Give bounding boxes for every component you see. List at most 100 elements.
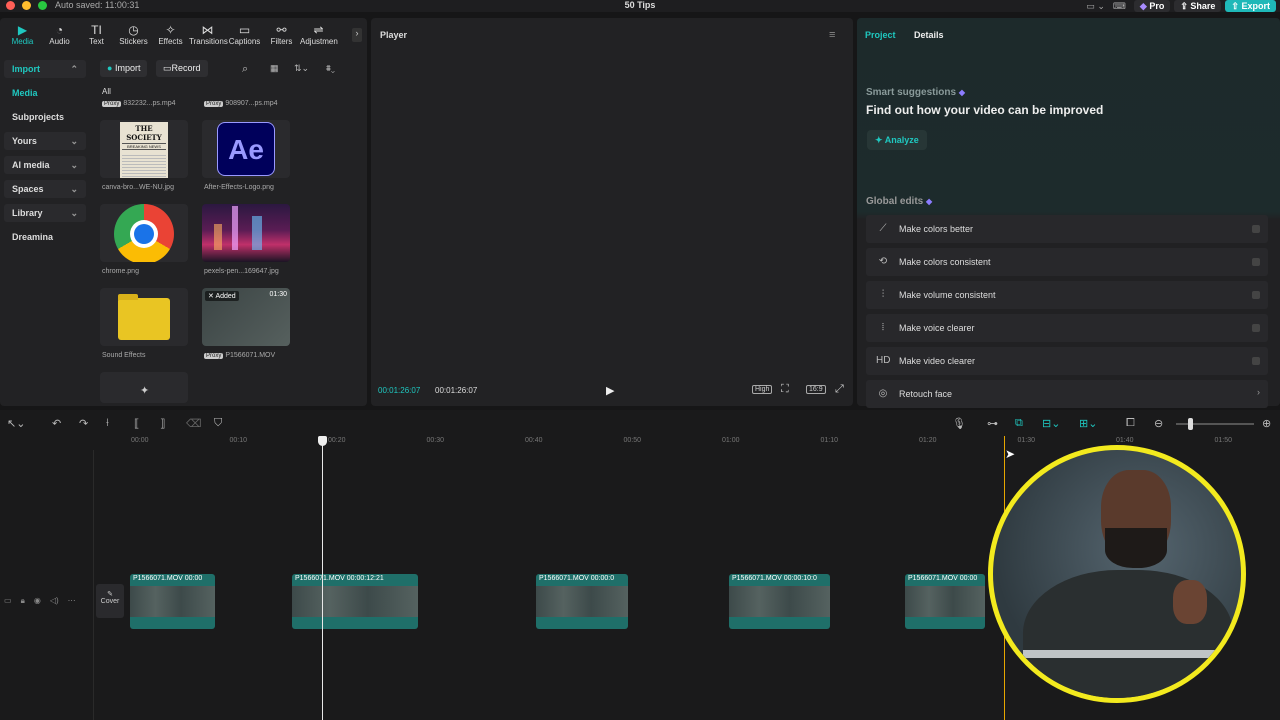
sidebar-item-media[interactable]: Media — [4, 84, 86, 102]
media-tile-city[interactable] — [202, 204, 290, 262]
trim-left-icon[interactable]: ⟦ — [134, 417, 139, 430]
media-tile-newspaper[interactable]: THE SOCIETY BREAKING NEWS — [100, 120, 188, 178]
preview-axis-icon[interactable]: ⊞⌄ — [1079, 417, 1097, 430]
media-tile-partial[interactable]: ✦ — [100, 372, 188, 403]
tab-project[interactable]: Project — [865, 30, 896, 40]
ratio-button[interactable]: 16:9 — [806, 385, 826, 394]
delete-icon[interactable]: ⌫ — [186, 417, 202, 430]
play-icon[interactable]: ▶ — [606, 384, 614, 397]
timeline-clip[interactable]: P1566071.MOV 00:00 — [130, 574, 215, 629]
import-button[interactable]: ● Import — [100, 60, 148, 77]
microphone-icon[interactable]: 🎙 — [952, 417, 966, 430]
global-edit-label: Make colors consistent — [899, 257, 991, 267]
smart-title-text: Smart suggestions — [866, 87, 957, 98]
media-tile-video[interactable]: ✕ Added 01:30 — [202, 288, 290, 346]
playhead[interactable] — [322, 436, 323, 720]
share-icon: ⇪ — [1180, 1, 1188, 11]
global-edit-row[interactable]: ◎ Retouch face › — [866, 380, 1268, 408]
media-tile-chrome[interactable] — [100, 204, 188, 262]
smart-heading: Find out how your video can be improved — [866, 103, 1104, 117]
split-icon[interactable]: ⟊ — [106, 417, 109, 430]
export-button[interactable]: ⇧ Export — [1225, 0, 1276, 12]
tab-effects[interactable]: ✧ Effects — [152, 20, 189, 52]
fit-screen-icon[interactable]: ⛶ — [781, 383, 789, 396]
tab-adjustmen[interactable]: ⇌ Adjustmen — [300, 20, 338, 52]
filter-icon[interactable]: ⩩⌄ — [326, 63, 335, 74]
top-file-1[interactable]: Proxy 832232...ps.mp4 — [102, 100, 176, 107]
tab-filters[interactable]: ⚯ Filters — [263, 20, 300, 52]
magnet-icon[interactable]: ⧉ — [1015, 417, 1023, 430]
share-button[interactable]: ⇪ Share — [1174, 0, 1222, 12]
cover-button[interactable]: ✎ Cover — [96, 584, 124, 618]
sidebar-item-import[interactable]: Import ⌃ — [4, 60, 86, 78]
toggle-checkbox[interactable] — [1252, 225, 1260, 233]
tabs-scroll-right-icon[interactable]: › — [352, 28, 362, 42]
playhead-handle[interactable] — [318, 436, 327, 446]
top-file-2[interactable]: Proxy 908907...ps.mp4 — [204, 100, 278, 107]
tab-details[interactable]: Details — [914, 30, 944, 40]
record-button[interactable]: ▭Record — [156, 60, 208, 77]
speaker-icon[interactable]: ◁) — [50, 596, 59, 606]
sidebar-item-spaces[interactable]: Spaces ⌄ — [4, 180, 86, 198]
layout-icon[interactable]: ▭ ⌄ — [1086, 1, 1105, 12]
select-tool-icon[interactable]: ↖⌄ — [7, 417, 25, 430]
track-collapse-icon[interactable]: ▭ — [4, 596, 12, 606]
global-edit-row[interactable]: ⦙ Make voice clearer — [866, 314, 1268, 342]
player-menu-icon[interactable]: ≡ — [829, 29, 835, 41]
analyze-button[interactable]: ✦ Analyze — [867, 130, 927, 150]
pencil-icon: ✎ — [107, 591, 113, 598]
more-icon[interactable]: ⋯ — [68, 596, 76, 606]
lock-icon[interactable]: 🔒︎ — [21, 596, 25, 606]
tab-media[interactable]: ▶ Media — [4, 20, 41, 52]
media-tile-ae-logo[interactable]: Ae — [202, 120, 290, 178]
proxy-tag: Proxy — [102, 101, 122, 107]
search-icon[interactable]: ⌕ — [242, 63, 248, 76]
zoom-slider-handle[interactable] — [1188, 418, 1193, 430]
sidebar-item-ai-media[interactable]: AI media ⌄ — [4, 156, 86, 174]
sidebar-item-yours[interactable]: Yours ⌄ — [4, 132, 86, 150]
trim-right-icon[interactable]: ⟧ — [160, 417, 165, 430]
timeline-clip[interactable]: P1566071.MOV 00:00:0 — [536, 574, 628, 629]
timeline-clip[interactable]: P1566071.MOV 00:00:10:0 — [729, 574, 830, 629]
auto-snap-icon[interactable]: ⊟⌄ — [1042, 417, 1060, 430]
toggle-checkbox[interactable] — [1252, 291, 1260, 299]
analyze-label: Analyze — [884, 135, 919, 145]
sort-icon[interactable]: ⇅⌄ — [294, 63, 309, 74]
global-edit-row[interactable]: ⟋ Make colors better — [866, 215, 1268, 243]
tab-captions[interactable]: ▭ Captions — [226, 20, 263, 52]
shield-icon[interactable]: ⛉ — [214, 417, 222, 430]
sidebar-item-dreamina[interactable]: Dreamina — [4, 228, 86, 246]
sidebar-item-subprojects[interactable]: Subprojects — [4, 108, 86, 126]
quality-button[interactable]: High — [752, 385, 773, 394]
toggle-checkbox[interactable] — [1252, 357, 1260, 365]
zoom-in-icon[interactable]: ⊕ — [1262, 417, 1271, 430]
timeline-clip[interactable]: P1566071.MOV 00:00:12:21 — [292, 574, 418, 629]
global-edit-row[interactable]: HD Make video clearer — [866, 347, 1268, 375]
tab-text[interactable]: TI Text — [78, 20, 115, 52]
eye-icon[interactable]: ◉ — [34, 596, 41, 606]
global-edit-row[interactable]: ⫶ Make volume consistent — [866, 281, 1268, 309]
zoom-slider[interactable] — [1176, 418, 1254, 430]
sidebar-item-library[interactable]: Library ⌄ — [4, 204, 86, 222]
tab-transitions[interactable]: ⋈ Transitions — [189, 20, 228, 52]
tab-stickers[interactable]: ◷ Stickers — [115, 20, 152, 52]
shortcuts-icon[interactable]: ⌨ — [1113, 1, 1126, 12]
gem-icon: ◆ — [926, 197, 933, 206]
global-edit-row[interactable]: ⟲ Make colors consistent — [866, 248, 1268, 276]
fullscreen-icon[interactable]: ⤢ — [835, 383, 844, 396]
media-tile-folder[interactable] — [100, 288, 188, 346]
toggle-checkbox[interactable] — [1252, 324, 1260, 332]
undo-icon[interactable]: ↶ — [52, 417, 61, 430]
filter-all[interactable]: All — [102, 87, 111, 96]
timeline-clip[interactable]: P1566071.MOV 00:00 — [905, 574, 985, 629]
pro-button[interactable]: ◆ Pro — [1133, 0, 1171, 12]
tab-audio[interactable]: ◔ Audio — [41, 20, 78, 52]
grid-view-icon[interactable]: ▦ — [270, 63, 279, 74]
redo-icon[interactable]: ↷ — [79, 417, 88, 430]
link-icon[interactable]: ⊶ — [987, 417, 998, 430]
share-label: Share — [1190, 1, 1216, 11]
toggle-checkbox[interactable] — [1252, 258, 1260, 266]
caption-track-icon[interactable]: ⧠ — [1126, 417, 1135, 430]
zoom-out-icon[interactable]: ⊖ — [1154, 417, 1163, 430]
media-tile-caption: After-Effects-Logo.png — [204, 184, 274, 191]
